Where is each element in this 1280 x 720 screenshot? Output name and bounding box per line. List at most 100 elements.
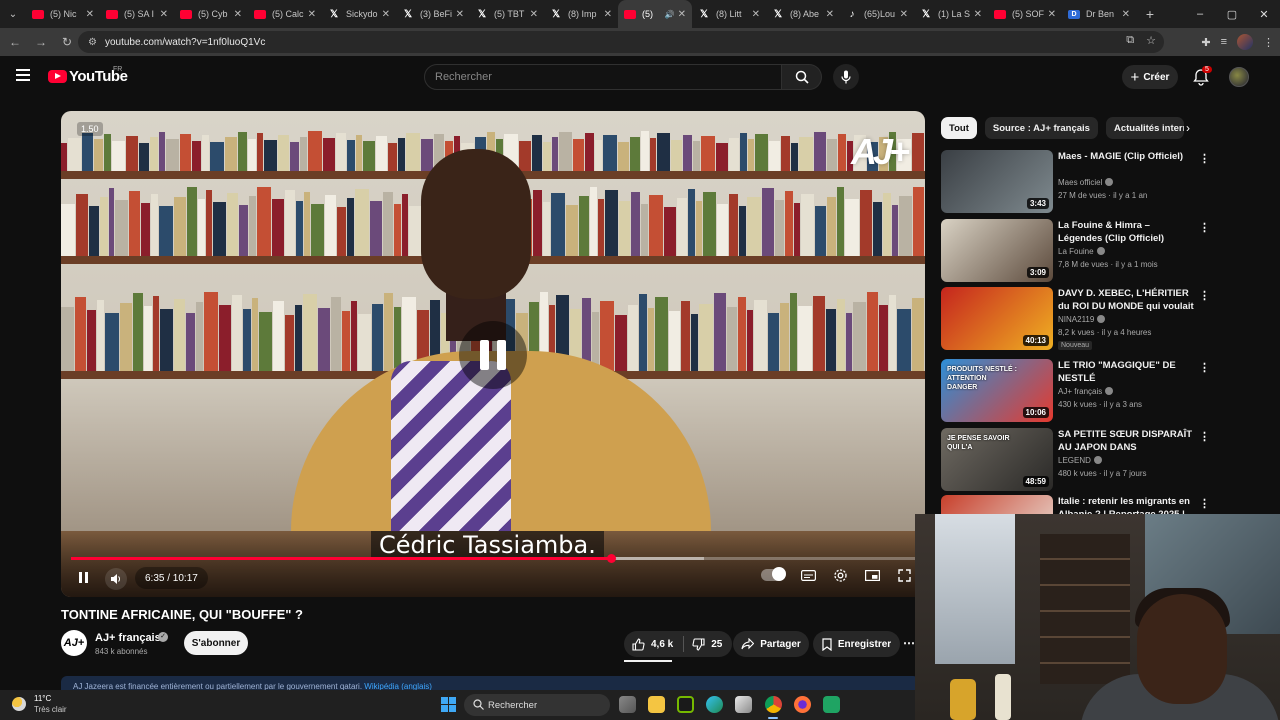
recommendation-item[interactable]: JE PENSE SAVOIR QUI L'A 48:59 SA PETITE SŒ… [941,428,1211,492]
create-button[interactable]: + Créer [1122,65,1178,89]
subscribe-button[interactable]: S'abonner [184,631,248,655]
close-tab-icon[interactable]: ✕ [160,9,168,20]
more-options-icon[interactable]: ⋮ [1199,430,1210,443]
search-button[interactable] [782,64,822,90]
recommendation-channel[interactable]: Maes officiel [1058,178,1114,187]
more-options-icon[interactable]: ⋮ [1199,361,1210,374]
close-tab-icon[interactable]: ✕ [826,9,834,20]
chevron-right-icon[interactable]: › [1186,121,1190,135]
recommendation-item[interactable]: 40:13 DAVY D. XEBEC, L'HÉRITIER du ROI DU… [941,287,1211,351]
store-icon[interactable] [735,696,752,713]
address-bar[interactable]: ⚙ youtube.com/watch?v=1nf0luoQ1Vc ⧉ ☆ [78,31,1164,53]
minimize-icon[interactable]: – [1184,0,1216,28]
more-options-icon[interactable]: ⋮ [1199,221,1210,234]
new-tab-button[interactable]: + [1136,6,1164,22]
more-actions-icon[interactable]: ⋯ [903,636,915,650]
chip-all[interactable]: Tout [941,117,977,139]
browser-tab[interactable]: 𝕏 Sickydo ✕ [322,0,396,28]
video-thumbnail[interactable]: 40:13 [941,287,1053,350]
chip-news[interactable]: Actualités interna [1105,117,1184,139]
video-player[interactable]: AJ+ 1.50 Cédric Tassiamba. 6:35 / 10:17 [61,111,925,597]
close-tab-icon[interactable]: ✕ [604,9,612,20]
nvidia-icon[interactable] [677,696,694,713]
account-avatar[interactable] [1229,67,1249,87]
chrome-icon[interactable] [765,696,782,713]
close-tab-icon[interactable]: ✕ [900,9,908,20]
progress-bar[interactable] [71,554,915,563]
more-options-icon[interactable]: ⋮ [1199,497,1210,510]
recommendation-title[interactable]: La Fouine & Himra – Légendes (Clip Offic… [1058,219,1196,245]
close-tab-icon[interactable]: ✕ [308,9,316,20]
recommendation-title[interactable]: SA PETITE SŒUR DISPARAÎT AU JAPON DANS D… [1058,428,1196,454]
chip-source[interactable]: Source : AJ+ français [984,117,1098,139]
recommendation-channel[interactable]: La Fouine [1058,247,1105,256]
close-tab-icon[interactable]: ✕ [1122,9,1130,20]
close-tab-icon[interactable]: ✕ [382,9,390,20]
close-tab-icon[interactable]: ✕ [234,9,242,20]
browser-tab[interactable]: D Dr Ben ✕ [1062,0,1136,28]
recommendation-channel[interactable]: AJ+ français [1058,387,1114,396]
extensions-icon[interactable]: ✚ [1201,36,1210,49]
install-icon[interactable]: ⧉ [1126,34,1134,47]
autoplay-toggle[interactable] [761,567,786,581]
browser-tab[interactable]: 𝕏 (1) La S ✕ [914,0,988,28]
browser-tab[interactable]: 𝕏 (8) Litt ✕ [692,0,766,28]
more-options-icon[interactable]: ⋮ [1199,289,1210,302]
browser-menu-icon[interactable]: ⋮ [1263,36,1274,49]
subtitles-icon[interactable] [799,566,817,584]
recommendation-channel[interactable]: LEGEND [1058,456,1102,465]
close-tab-icon[interactable]: ✕ [1048,9,1056,20]
bookmark-star-icon[interactable]: ☆ [1146,34,1156,47]
taskbar-search[interactable]: Rechercher [464,694,610,716]
recommendation-item[interactable]: PRODUITS NESTLÉ : ATTENTION DANGER 10:06 L… [941,359,1211,423]
fullscreen-icon[interactable] [895,566,913,584]
app-icon[interactable] [823,696,840,713]
browser-tab[interactable]: (5) SA I ✕ [100,0,174,28]
close-tab-icon[interactable]: ✕ [530,9,538,20]
hamburger-menu-icon[interactable] [16,69,30,81]
video-thumbnail[interactable]: 3:43 [941,150,1053,213]
close-tab-icon[interactable]: ✕ [86,9,94,20]
recommendation-channel[interactable]: NINA2119 [1058,315,1106,324]
recommendation-item[interactable]: 3:09 La Fouine & Himra – Légendes (Clip O… [941,219,1211,283]
miniplayer-icon[interactable] [863,566,881,584]
browser-tab[interactable]: (5) SOF ✕ [988,0,1062,28]
save-button[interactable]: Enregistrer [813,631,900,657]
video-thumbnail[interactable]: JE PENSE SAVOIR QUI L'A 48:59 [941,428,1053,491]
browser-tab[interactable]: 𝕏 (3) BeFi ✕ [396,0,470,28]
recommendation-item[interactable]: 3:43 Maes - MAGIE (Clip Officiel) Maes off… [941,150,1211,214]
media-control-icon[interactable]: ≡ [1221,36,1227,48]
search-input[interactable]: Rechercher [424,64,782,90]
edge-icon[interactable] [706,696,723,713]
browser-tab[interactable]: ♪ (65)Lou ✕ [840,0,914,28]
channel-avatar[interactable]: AJ+ [61,630,87,656]
browser-tab[interactable]: 𝕏 (8) Abe ✕ [766,0,840,28]
browser-tab[interactable]: (5) Nic ✕ [26,0,100,28]
video-thumbnail[interactable]: 3:09 [941,219,1053,282]
browser-tab[interactable]: (5) Calc ✕ [248,0,322,28]
reload-icon[interactable]: ↻ [54,35,80,49]
windows-start-icon[interactable] [441,697,456,712]
settings-gear-icon[interactable] [831,566,849,584]
video-thumbnail[interactable]: PRODUITS NESTLÉ : ATTENTION DANGER 10:06 [941,359,1053,422]
more-options-icon[interactable]: ⋮ [1199,152,1210,165]
pause-icon[interactable] [75,569,91,585]
task-view-icon[interactable] [619,696,636,713]
audio-playing-icon[interactable]: 🔊 [665,10,675,19]
browser-tab[interactable]: 𝕏 (5) TBT ✕ [470,0,544,28]
back-icon[interactable]: ← [2,35,28,49]
close-tab-icon[interactable]: ✕ [678,9,686,20]
site-info-icon[interactable]: ⚙ [88,37,97,48]
forward-icon[interactable]: → [28,35,54,49]
close-tab-icon[interactable]: ✕ [974,9,982,20]
recommendation-title[interactable]: LE TRIO "MAGGIQUE" DE NESTLÉ [1058,359,1196,385]
weather-icon[interactable] [12,697,26,711]
browser-tab[interactable]: (5) 🔊 ✕ [618,0,692,28]
channel-name[interactable]: AJ+ français [95,632,161,644]
like-button[interactable]: 4,6 k [624,636,685,652]
browser-tab[interactable]: (5) Cyb ✕ [174,0,248,28]
maximize-icon[interactable]: ▢ [1216,0,1248,28]
share-button[interactable]: Partager [733,631,809,657]
browser-tab[interactable]: 𝕏 (8) Imp ✕ [544,0,618,28]
volume-icon[interactable] [105,568,127,590]
